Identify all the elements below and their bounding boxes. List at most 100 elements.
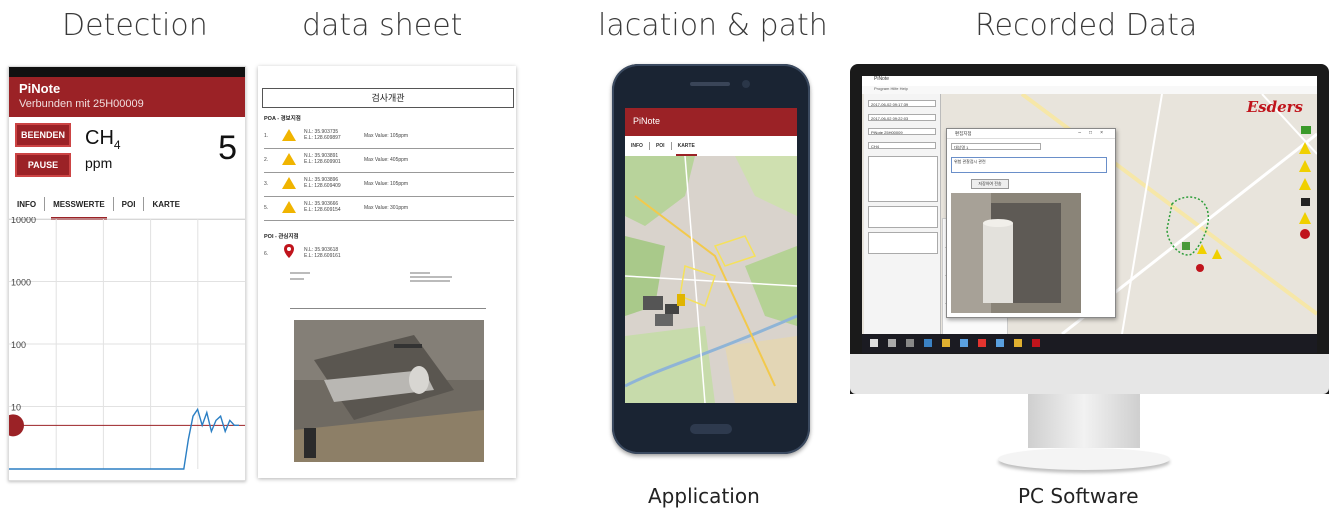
warning-icon[interactable] xyxy=(1299,178,1311,190)
heading-recorded-data: Recorded Data xyxy=(975,8,1198,43)
monitor-chin xyxy=(850,354,1329,394)
gas-reading: 5 xyxy=(218,129,237,167)
end-time-field[interactable]: 2017-06-02 09:22:03 xyxy=(868,114,936,121)
pinote-app-icon[interactable] xyxy=(1032,339,1040,347)
smartphone: PiNote INFO POI KARTE xyxy=(612,64,810,454)
poa-row: 2. N.L: 35.903891 E.L: 128.609901 Max Val… xyxy=(264,148,514,173)
monitor-base xyxy=(998,448,1170,470)
row-coordinates: N.L: 35.903735 E.L: 128.609897 xyxy=(304,129,341,141)
location-pin-icon xyxy=(284,244,294,258)
menu-bar[interactable]: Program Hilfe Help xyxy=(862,86,1317,94)
photo-marker[interactable] xyxy=(643,296,663,310)
row-coordinates: N.L: 35.903896 E.L: 128.609409 xyxy=(304,177,341,189)
tab-messwerte[interactable]: MESSWERTE xyxy=(45,189,113,220)
dialog-save-button[interactable]: 저장하여 전송 xyxy=(971,179,1009,189)
window-controls[interactable]: –□× xyxy=(1078,130,1111,136)
edge-icon[interactable] xyxy=(924,339,932,347)
dialog-photo xyxy=(951,193,1081,313)
explorer-icon[interactable] xyxy=(1014,339,1022,347)
heading-data-sheet: data sheet xyxy=(302,8,463,43)
warning-icon[interactable] xyxy=(1299,142,1311,154)
tab-poi[interactable]: POI xyxy=(650,136,671,156)
row-max-value: Max Value: 405ppm xyxy=(364,157,409,163)
y-tick-label: 10 xyxy=(11,403,21,413)
poa-row: 5. N.L: 35.903666 E.L: 128.609154 Max Val… xyxy=(264,196,514,221)
tab-karte[interactable]: KARTE xyxy=(672,136,701,156)
row-number: 5. xyxy=(264,205,269,211)
warning-icon[interactable] xyxy=(1299,212,1311,224)
location-pin-marker[interactable] xyxy=(1196,264,1204,272)
tab-karte[interactable]: KARTE xyxy=(144,189,188,219)
location-pin-icon[interactable] xyxy=(1300,229,1310,239)
row-coordinates: N.L: 35.903618 E.L: 128.609161 xyxy=(304,247,341,259)
gas-field[interactable]: CH4 xyxy=(868,142,936,149)
dialog-name-field[interactable]: 대상명 1 xyxy=(951,143,1041,150)
caption-pc-software: PC Software xyxy=(1018,484,1139,508)
measurement-panel: BEENDEN PAUSE CH4 ppm 5 xyxy=(9,117,245,189)
task-view-icon[interactable] xyxy=(906,339,914,347)
desktop-monitor: PiNote Program Hilfe Help Esders 2017-06… xyxy=(850,64,1329,394)
warning-icon xyxy=(282,129,296,141)
row-max-value: Max Value: 301ppm xyxy=(364,205,409,211)
record-info-pane: 2017-06-02 09:17:39 2017-06-02 09:22:03 … xyxy=(864,94,941,336)
app-bar: PiNote Verbunden mit 25H00009 xyxy=(9,77,245,117)
esders-logo: Esders xyxy=(1246,98,1303,116)
series-line xyxy=(9,407,239,470)
gas-name: CH4 xyxy=(85,127,121,152)
tab-info[interactable]: INFO xyxy=(625,136,649,156)
start-time-field[interactable]: 2017-06-02 09:17:39 xyxy=(868,100,936,107)
phone-app-bar: PiNote xyxy=(625,108,797,136)
dialog-description-field[interactable]: 위험 관찰점시 관련 xyxy=(951,157,1107,173)
text-line xyxy=(410,272,430,274)
warning-marker[interactable] xyxy=(677,294,685,306)
gas-subscript: 4 xyxy=(113,138,121,152)
phone-camera xyxy=(742,80,750,88)
device-field[interactable]: PiNote 25H00009 xyxy=(868,128,936,135)
mail-icon[interactable] xyxy=(996,339,1004,347)
checkered-flag-icon[interactable] xyxy=(1301,198,1310,206)
y-tick-label: 10000 xyxy=(11,217,36,225)
edit-point-dialog: 편집지점 –□× 대상명 1 위험 관찰점시 관련 저장하여 전송 xyxy=(946,128,1116,318)
row-number: 2. xyxy=(264,157,269,163)
row-lon: E.L: 128.609897 xyxy=(304,135,341,141)
poa-row: 3. N.L: 35.903896 E.L: 128.609409 Max Val… xyxy=(264,172,514,197)
tab-info[interactable]: INFO xyxy=(9,189,44,219)
notes-box[interactable] xyxy=(868,232,938,254)
photo-marker[interactable] xyxy=(1182,242,1190,250)
store-icon[interactable] xyxy=(960,339,968,347)
phone-speaker xyxy=(690,82,730,86)
pc-display: PiNote Program Hilfe Help Esders 2017-06… xyxy=(862,76,1317,353)
map-view[interactable] xyxy=(625,156,797,403)
threshold-marker xyxy=(9,414,24,437)
gas-formula: CH xyxy=(85,127,114,149)
chrome-icon[interactable] xyxy=(978,339,986,347)
warning-icon[interactable] xyxy=(1299,160,1311,172)
monitor-stand xyxy=(1028,394,1140,448)
detection-tabs: INFO MESSWERTE POI KARTE xyxy=(9,189,245,220)
site-photo xyxy=(294,320,484,462)
photo-marker[interactable] xyxy=(655,314,673,326)
divider xyxy=(290,308,486,309)
poi-details xyxy=(290,272,490,286)
home-button[interactable] xyxy=(690,424,732,434)
flag-icon[interactable] xyxy=(1301,126,1311,134)
pause-button[interactable]: PAUSE xyxy=(15,153,71,177)
warning-icon xyxy=(282,177,296,189)
tab-poi[interactable]: POI xyxy=(114,189,144,219)
text-line xyxy=(290,278,304,280)
poa-row: 1. N.L: 35.903735 E.L: 128.609897 Max Val… xyxy=(264,124,514,149)
sheet-title: 검사개관 xyxy=(262,88,514,108)
row-max-value: Max Value: 105ppm xyxy=(364,133,409,139)
data-sheet-document: 검사개관 POA - 경보지점 1. N.L: 35.903735 E.L: 12… xyxy=(258,66,516,478)
folder-icon[interactable] xyxy=(942,339,950,347)
heading-detection: Detection xyxy=(62,8,208,43)
phone-tabs: INFO POI KARTE xyxy=(625,136,797,157)
window-title: PiNote xyxy=(862,76,1317,86)
notes-box[interactable] xyxy=(868,206,938,228)
row-number: 3. xyxy=(264,181,269,187)
photo-marker[interactable] xyxy=(665,304,679,314)
stop-button[interactable]: BEENDEN xyxy=(15,123,71,147)
windows-start-icon[interactable] xyxy=(870,339,878,347)
search-icon[interactable] xyxy=(888,339,896,347)
notes-box[interactable] xyxy=(868,156,938,202)
